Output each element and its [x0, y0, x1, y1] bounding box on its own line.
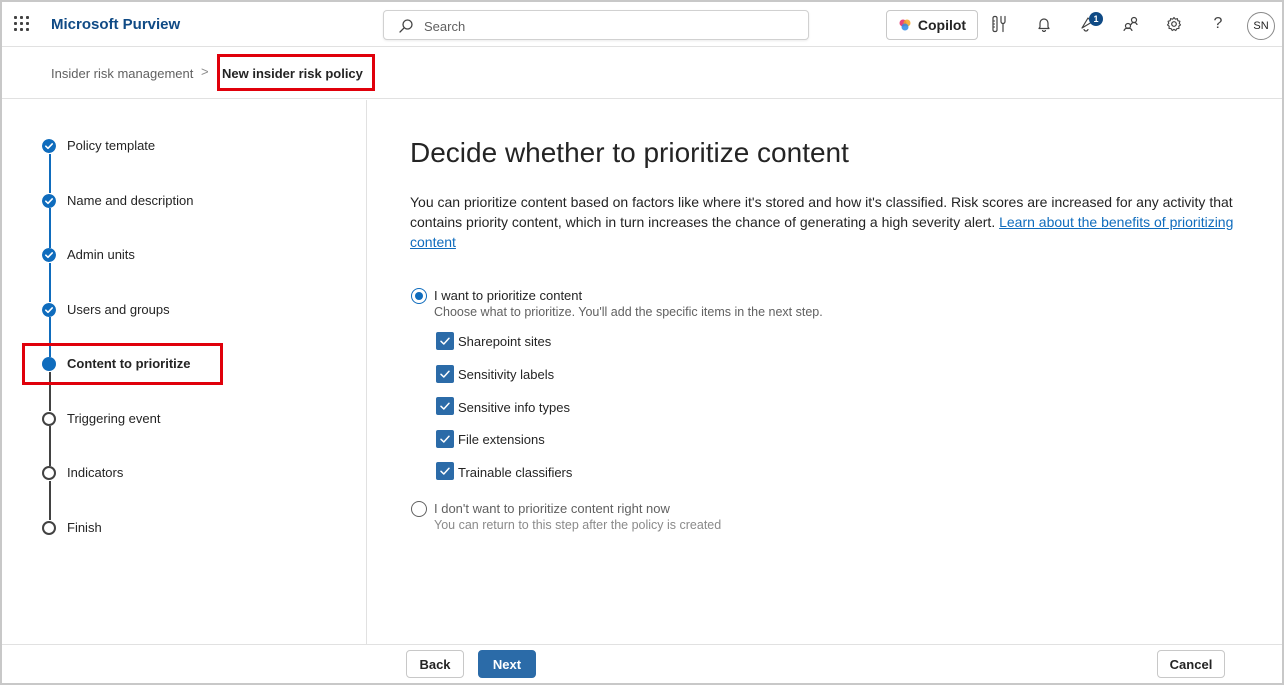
checkbox-label: Trainable classifiers: [458, 465, 573, 480]
help-icon[interactable]: ?: [1208, 14, 1228, 34]
sensitive-info-types-checkbox[interactable]: [436, 397, 454, 415]
app-title[interactable]: Microsoft Purview: [51, 16, 180, 33]
step-connector: [49, 208, 51, 248]
checkbox-label: Sensitive info types: [458, 400, 571, 415]
trainable-classifiers-checkbox[interactable]: [436, 462, 454, 480]
search-icon: [399, 19, 413, 33]
step-connector: [49, 154, 51, 193]
step-label: Indicators: [67, 465, 124, 480]
tools-icon[interactable]: [989, 14, 1009, 34]
next-button[interactable]: Next: [478, 650, 536, 678]
prioritize-content-sublabel: Choose what to prioritize. You'll add th…: [434, 305, 823, 319]
checkmark-icon: [440, 337, 450, 345]
step-label: Users and groups: [67, 302, 170, 317]
check-circle-icon: [42, 303, 56, 317]
step-label: Admin units: [67, 247, 135, 262]
page-description: You can prioritize content based on fact…: [410, 192, 1235, 252]
checkbox-label: Sensitivity labels: [458, 367, 555, 382]
step-connector: [49, 426, 51, 466]
avatar[interactable]: SN: [1247, 12, 1275, 40]
check-circle-icon: [42, 139, 56, 153]
people-icon[interactable]: [1121, 14, 1141, 34]
breadcrumb-parent-link[interactable]: Insider risk management: [51, 66, 193, 81]
step-connector: [49, 263, 51, 302]
search-input[interactable]: [424, 16, 794, 36]
step-label: Name and description: [67, 193, 194, 208]
cancel-button[interactable]: Cancel: [1157, 650, 1225, 678]
search-box[interactable]: [383, 10, 809, 40]
sensitivity-labels-checkbox[interactable]: [436, 365, 454, 383]
empty-circle-icon: [42, 412, 56, 426]
empty-circle-icon: [42, 521, 56, 535]
bell-icon[interactable]: [1034, 14, 1054, 34]
sharepoint-sites-checkbox[interactable]: [436, 332, 454, 350]
back-button[interactable]: Back: [406, 650, 464, 678]
copilot-icon: [899, 19, 911, 31]
notification-badge: 1: [1089, 12, 1103, 26]
dont-prioritize-radio[interactable]: [411, 501, 427, 517]
dont-prioritize-sublabel: You can return to this step after the po…: [434, 518, 722, 532]
step-label: Triggering event: [67, 411, 161, 426]
gear-icon[interactable]: [1164, 14, 1184, 34]
checkmark-icon: [440, 435, 450, 443]
checkbox-label: Sharepoint sites: [458, 334, 552, 349]
step-connector: [49, 481, 51, 520]
highlight-box-breadcrumb: [217, 54, 375, 91]
copilot-label: Copilot: [917, 17, 967, 33]
step-label: Finish: [67, 520, 102, 535]
checkbox-label: File extensions: [458, 432, 545, 447]
check-circle-icon: [42, 248, 56, 262]
top-header: Microsoft Purview Copilot: [2, 2, 1282, 47]
highlight-box-current-step: [22, 343, 223, 385]
checkmark-icon: [440, 467, 450, 475]
empty-circle-icon: [42, 466, 56, 480]
checkmark-icon: [440, 402, 450, 410]
checkmark-icon: [440, 370, 450, 378]
page-title: Decide whether to prioritize content: [410, 137, 849, 168]
prioritize-content-radio[interactable]: [411, 288, 427, 304]
wizard-footer: [2, 644, 1282, 683]
step-label: Policy template: [67, 138, 156, 153]
dont-prioritize-label: I don't want to prioritize content right…: [434, 501, 670, 516]
chevron-right-icon: >: [201, 64, 209, 79]
app-launcher-icon[interactable]: [14, 16, 30, 32]
copilot-button[interactable]: Copilot: [886, 10, 978, 40]
file-extensions-checkbox[interactable]: [436, 430, 454, 448]
check-circle-icon: [42, 194, 56, 208]
breadcrumb: Insider risk management > New insider ri…: [2, 47, 1282, 99]
prioritize-content-label: I want to prioritize content: [434, 288, 583, 303]
